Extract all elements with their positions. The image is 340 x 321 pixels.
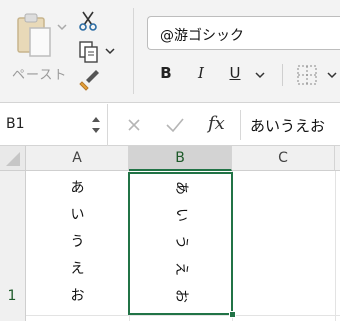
underline-dropdown-icon[interactable] xyxy=(254,70,266,80)
font-name-combobox[interactable]: @游ゴシック xyxy=(147,16,340,50)
cut-icon[interactable] xyxy=(78,10,98,32)
selection-outline xyxy=(128,172,233,315)
name-box-value: B1 xyxy=(6,116,25,132)
ribbon: ペースト @游ゴシック B I U xyxy=(0,0,340,103)
borders-dropdown-icon[interactable] xyxy=(326,70,338,80)
underline-button[interactable]: U xyxy=(227,64,243,86)
worksheet-grid[interactable]: A B C 1 あ い う え お あ い う え お xyxy=(0,146,340,321)
ribbon-separator xyxy=(133,8,134,94)
paste-label: ペースト xyxy=(12,68,68,83)
name-box-spinner-icon[interactable] xyxy=(90,112,102,138)
paste-dropdown-icon[interactable] xyxy=(56,22,68,32)
select-all-button[interactable] xyxy=(0,146,26,171)
formula-content[interactable]: あいうえお xyxy=(250,115,325,136)
copy-icon[interactable] xyxy=(78,40,100,64)
cell-a-value[interactable]: う xyxy=(26,230,129,254)
cell-a-value[interactable]: い xyxy=(26,203,129,227)
cancel-icon[interactable] xyxy=(126,117,142,133)
italic-button[interactable]: I xyxy=(194,64,208,86)
paste-button[interactable]: ペースト xyxy=(4,8,68,86)
gridline xyxy=(26,315,340,316)
cell-a-value[interactable]: お xyxy=(26,284,129,308)
gridline xyxy=(335,171,336,321)
font-name-value: @游ゴシック xyxy=(160,28,244,44)
column-header-d[interactable] xyxy=(335,146,340,171)
formula-bar: B1 fx あいうえお xyxy=(0,104,340,146)
column-header-c[interactable]: C xyxy=(232,146,335,171)
enter-icon[interactable] xyxy=(165,116,185,134)
fill-handle[interactable] xyxy=(229,311,236,318)
column-header-a[interactable]: A xyxy=(26,146,129,171)
column-header-b[interactable]: B xyxy=(129,146,232,171)
cell-a-value[interactable]: あ xyxy=(26,176,129,200)
borders-icon[interactable] xyxy=(296,64,318,86)
copy-dropdown-icon[interactable] xyxy=(104,46,116,56)
paste-icon xyxy=(17,13,51,57)
format-separator xyxy=(282,64,283,86)
format-painter-icon[interactable] xyxy=(78,68,100,92)
row-header-1[interactable]: 1 xyxy=(0,288,24,304)
fx-icon[interactable]: fx xyxy=(208,113,225,134)
cell-a-value[interactable]: え xyxy=(26,257,129,281)
formula-divider xyxy=(240,110,241,140)
bold-button[interactable]: B xyxy=(158,64,174,86)
name-box[interactable]: B1 xyxy=(0,104,108,146)
select-all-icon xyxy=(6,152,20,166)
